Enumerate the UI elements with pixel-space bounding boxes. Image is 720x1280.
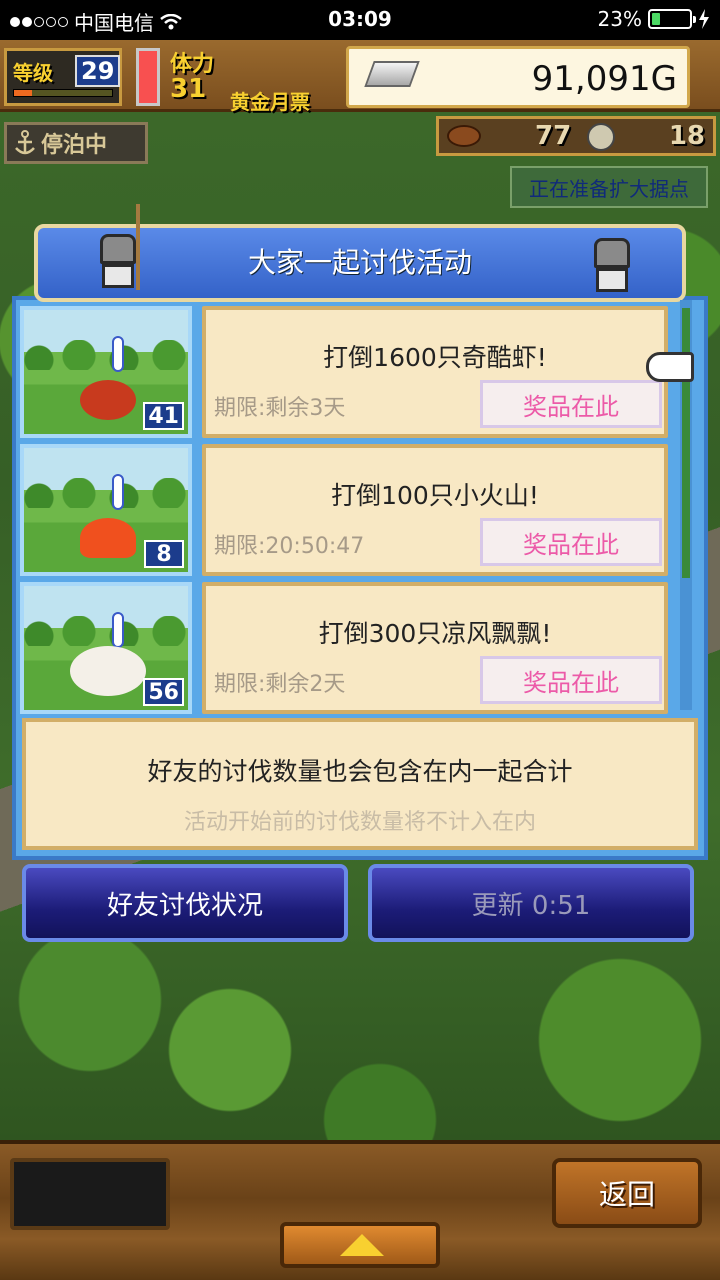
level-label: 等级 <box>13 61 53 85</box>
battery-fill <box>652 13 661 25</box>
status-right: 23% <box>598 7 710 31</box>
info-main-text: 好友的讨伐数量也会包含在内一起合计 <box>147 757 573 786</box>
friend-status-button[interactable]: 好友讨伐状况 <box>22 864 348 942</box>
anchor-icon <box>15 130 35 155</box>
quest-thumbnail: 8 <box>20 444 192 576</box>
quest-row[interactable]: 56 打倒300只凉风飘飘! 期限:剩余2天 奖品在此 <box>20 582 670 714</box>
resource-panel: 77 18 <box>436 116 716 156</box>
knight-left-icon <box>92 204 144 290</box>
meat-icon <box>447 125 481 147</box>
quest-card: 打倒1600只奇酷虾! 期限:剩余3天 奖品在此 <box>202 306 668 438</box>
info-box: 好友的讨伐数量也会包含在内一起合计 活动开始前的讨伐数量将不计入在内 <box>22 718 698 850</box>
level-panel: 等级 29 <box>4 48 122 106</box>
exclamation-icon <box>112 612 124 648</box>
reward-button[interactable]: 奖品在此 <box>480 518 662 566</box>
quest-title: 打倒1600只奇酷虾! <box>323 343 547 372</box>
battery-percent: 23% <box>597 7 642 31</box>
quest-thumbnail: 41 <box>20 306 192 438</box>
shrimp-monster-icon <box>80 380 136 420</box>
exclamation-icon <box>112 474 124 510</box>
status-bar: 中国电信 03:09 23% <box>0 0 720 40</box>
defeat-count: 8 <box>144 540 184 568</box>
battery-icon <box>648 9 696 29</box>
quest-row[interactable]: 8 打倒100只小火山! 期限:20:50:47 奖品在此 <box>20 444 670 576</box>
knight-right-icon <box>586 230 638 294</box>
defeat-count: 56 <box>143 678 184 706</box>
expand-menu-button[interactable] <box>280 1222 440 1268</box>
gold-ticket-label: 黄金月票 <box>230 90 310 114</box>
up-arrow-icon <box>340 1234 384 1256</box>
volcano-monster-icon <box>80 518 136 558</box>
expansion-notice[interactable]: 正在准备扩大据点 <box>510 166 708 208</box>
gold-panel[interactable]: 91,091G <box>346 46 690 108</box>
scrollbar-thumb[interactable] <box>682 308 690 578</box>
quest-card: 打倒100只小火山! 期限:20:50:47 奖品在此 <box>202 444 668 576</box>
stamina-value: 31 <box>170 74 207 104</box>
refresh-button[interactable]: 更新 0:51 <box>368 864 694 942</box>
back-button[interactable]: 返回 <box>552 1158 702 1228</box>
level-value: 29 <box>75 55 121 87</box>
quest-row[interactable]: 41 打倒1600只奇酷虾! 期限:剩余3天 奖品在此 <box>20 306 670 438</box>
resource-value-2: 18 <box>668 121 705 151</box>
ghost-monster-icon <box>70 646 146 696</box>
quest-deadline: 期限:20:50:47 <box>214 534 365 559</box>
dialog-title: 大家一起讨伐活动 <box>247 246 472 279</box>
reward-button[interactable]: 奖品在此 <box>480 380 662 428</box>
experience-bar <box>13 89 113 97</box>
info-sub-text: 活动开始前的讨伐数量将不计入在内 <box>183 810 536 835</box>
quest-title: 打倒300只凉风飘飘! <box>318 619 552 648</box>
stamina-gauge <box>136 48 160 106</box>
quest-card: 打倒300只凉风飘飘! 期限:剩余2天 奖品在此 <box>202 582 668 714</box>
quest-thumbnail: 56 <box>20 582 192 714</box>
exclamation-icon <box>112 336 124 372</box>
resource-value-1: 77 <box>535 121 572 151</box>
defeat-count: 41 <box>143 402 184 430</box>
hand-pointer-icon <box>646 352 694 382</box>
gold-amount: 91,091G <box>531 59 677 99</box>
silver-ingot-icon <box>364 61 420 87</box>
reward-button[interactable]: 奖品在此 <box>480 656 662 704</box>
docked-label: 停泊中 <box>41 133 108 158</box>
bottom-bar: 返回 <box>0 1140 720 1280</box>
quest-title: 打倒100只小火山! <box>331 481 539 510</box>
empty-slot[interactable] <box>10 1158 170 1230</box>
quest-deadline: 期限:剩余2天 <box>214 672 346 697</box>
charging-bolt-icon <box>699 9 709 29</box>
docked-status[interactable]: 停泊中 <box>4 122 148 164</box>
top-hud: 等级 29 体力 31 黄金月票 91,091G <box>0 40 720 114</box>
quest-deadline: 期限:剩余3天 <box>214 396 346 421</box>
stone-icon <box>587 123 615 151</box>
